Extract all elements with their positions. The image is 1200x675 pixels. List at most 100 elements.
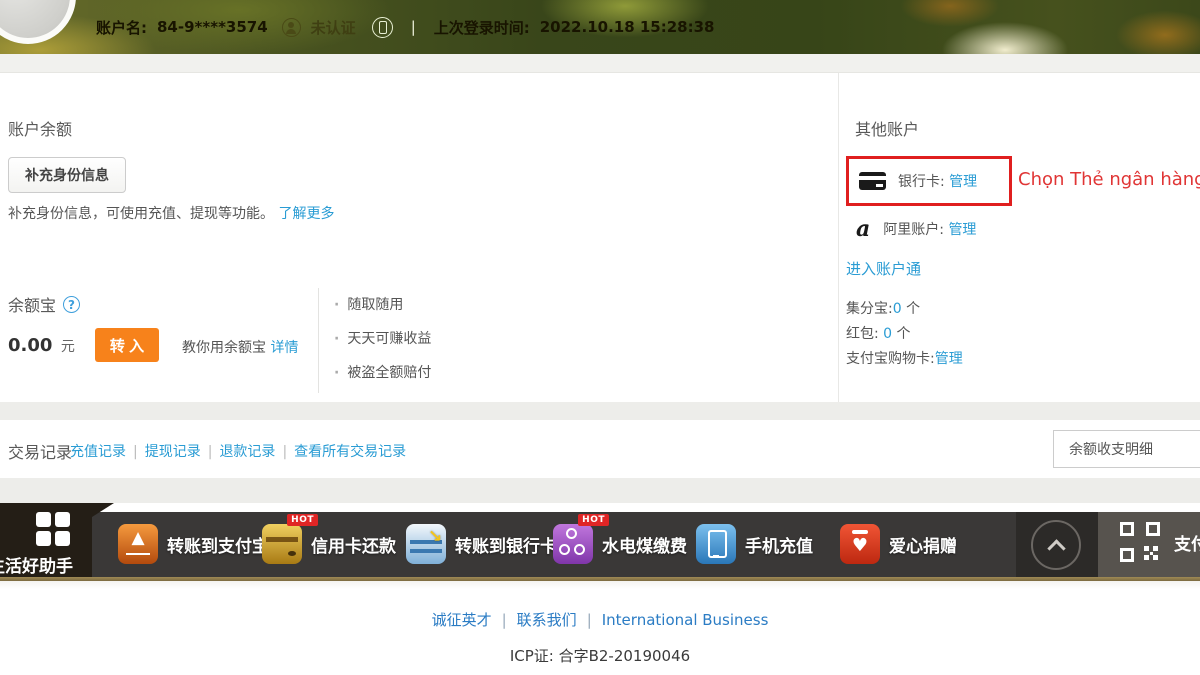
- qr-label: 支付: [1174, 530, 1200, 555]
- jifenbao-row: 集分宝:0 个: [846, 297, 963, 322]
- yuebao-teach-row: 教你用余额宝 详情: [182, 337, 298, 357]
- recharge-records-link[interactable]: 充值记录: [70, 444, 126, 460]
- hot-badge: HOT: [287, 514, 318, 526]
- icp-license: ICP证: 合字B2-20190046: [0, 645, 1200, 666]
- section-gap: [0, 478, 1200, 503]
- toolbar-item-label: 手机充值: [745, 532, 813, 557]
- enter-account-link[interactable]: 进入账户通: [846, 258, 921, 279]
- toolbar-item-phone-recharge[interactable]: 手机充值: [696, 524, 813, 564]
- sub-banner-strip: [0, 54, 1200, 73]
- account-name-value: 84-9****3574: [157, 18, 268, 36]
- hongbao-value[interactable]: 0: [883, 326, 892, 342]
- shopping-card-row: 支付宝购物卡:管理: [846, 347, 963, 372]
- annotation-text: Chọn Thẻ ngân hàng: [1018, 169, 1200, 190]
- transactions-section: 交易记录 充值记录 | 提现记录 | 退款记录 | 查看所有交易记录 余额收支明细: [0, 420, 1200, 478]
- careers-link[interactable]: 诚征英才: [432, 611, 492, 629]
- toolbar-item-utilities[interactable]: HOT 水电煤缴费: [553, 524, 687, 564]
- contact-us-link[interactable]: 联系我们: [517, 611, 577, 629]
- phone-recharge-icon: [696, 524, 736, 564]
- other-accounts-title: 其他账户: [855, 116, 919, 140]
- qr-payment-block[interactable]: 支付: [1118, 520, 1200, 564]
- section-gap: [0, 402, 1200, 420]
- bullet-item: 随取随用: [334, 294, 431, 314]
- toolbar-item-label: 信用卡还款: [311, 532, 396, 557]
- avatar[interactable]: [0, 0, 76, 44]
- life-assistant-block[interactable]: 生活好助手: [0, 503, 92, 577]
- topbar: 账户名: 84-9****3574 未认证 | 上次登录时间: 2022.10.…: [96, 0, 714, 54]
- ali-account-row: a 阿里账户: 管理: [856, 219, 976, 239]
- shopping-card-manage-link[interactable]: 管理: [935, 351, 963, 367]
- bank-card-label: 银行卡:: [898, 174, 945, 190]
- donation-icon: [840, 524, 880, 564]
- yuebao-unit: 元: [61, 339, 75, 355]
- qr-code-icon: [1118, 520, 1162, 564]
- transfer-alipay-icon: [118, 524, 158, 564]
- bullet-item: 被盗全额赔付: [334, 362, 431, 382]
- jifenbao-unit: 个: [906, 301, 920, 317]
- hongbao-label: 红包:: [846, 326, 879, 342]
- bank-card-row: 银行卡: 管理: [898, 171, 977, 191]
- jifenbao-value[interactable]: 0: [893, 301, 902, 317]
- collapse-toolbar-button[interactable]: [1031, 520, 1081, 570]
- link-separator: |: [502, 611, 507, 629]
- account-stats: 集分宝:0 个 红包: 0 个 支付宝购物卡:管理: [846, 297, 963, 372]
- main-content: 账户余额 补充身份信息 补充身份信息，可使用充值、提现等功能。 了解更多 余额宝…: [0, 73, 1200, 402]
- toolbar-item-label: 爱心捐赠: [889, 532, 957, 557]
- link-separator: |: [282, 444, 287, 460]
- top-photo-banner: 账户名: 84-9****3574 未认证 | 上次登录时间: 2022.10.…: [0, 0, 1200, 54]
- yuebao-amount-row: 0.00 元: [8, 335, 75, 356]
- topbar-separator: |: [411, 18, 416, 36]
- link-separator: |: [208, 444, 213, 460]
- toolbar-item-donation[interactable]: 爱心捐赠: [840, 524, 957, 564]
- all-records-link[interactable]: 查看所有交易记录: [294, 444, 406, 460]
- life-assistant-label: 生活好助手: [0, 552, 108, 577]
- link-separator: |: [133, 444, 138, 460]
- column-divider: [838, 73, 839, 402]
- teach-text: 教你用余额宝: [182, 340, 266, 356]
- toolbar-item-transfer-alipay[interactable]: 转账到支付宝: [118, 524, 269, 564]
- balance-title: 账户余额: [8, 116, 72, 140]
- toolbar-item-label: 转账到银行卡: [455, 532, 557, 557]
- yuebao-title: 余额宝: [8, 292, 56, 316]
- yuebao-bullets: 随取随用 天天可赚收益 被盗全额赔付: [334, 294, 431, 396]
- unverified-badge[interactable]: 未认证: [311, 17, 356, 38]
- account-name-label: 账户名:: [96, 17, 147, 38]
- footer-links: 诚征英才 | 联系我们 | International Business: [0, 609, 1200, 630]
- link-separator: |: [587, 611, 592, 629]
- quick-actions-toolbar: 生活好助手 转账到支付宝 HOT 信用卡还款 转账到银行卡 HOT 水电煤缴费 …: [0, 503, 1200, 581]
- yuebao-amount: 0.00: [8, 335, 52, 356]
- mobile-icon[interactable]: [372, 17, 393, 38]
- assistant-notch: [92, 503, 114, 517]
- detail-link[interactable]: 详情: [270, 340, 298, 356]
- hot-badge: HOT: [578, 514, 609, 526]
- bank-card-manage-link[interactable]: 管理: [949, 174, 977, 190]
- ali-account-manage-link[interactable]: 管理: [948, 222, 976, 238]
- last-login-label: 上次登录时间:: [434, 17, 530, 38]
- help-icon[interactable]: ?: [63, 296, 80, 313]
- international-business-link[interactable]: International Business: [602, 611, 769, 629]
- learn-more-link[interactable]: 了解更多: [278, 206, 334, 222]
- alipay-account-page: 账户名: 84-9****3574 未认证 | 上次登录时间: 2022.10.…: [0, 0, 1200, 675]
- balance-detail-button[interactable]: 余额收支明细: [1053, 430, 1200, 468]
- shopping-card-label: 支付宝购物卡:: [846, 351, 935, 367]
- toolbar-item-transfer-bank-card[interactable]: 转账到银行卡: [406, 524, 557, 564]
- toolbar-item-label: 转账到支付宝: [167, 532, 269, 557]
- yuebao-divider: [318, 288, 319, 393]
- hongbao-unit: 个: [897, 326, 911, 342]
- transactions-title: 交易记录: [8, 439, 72, 463]
- ali-account-label: 阿里账户:: [883, 222, 944, 238]
- hongbao-row: 红包: 0 个: [846, 322, 963, 347]
- supplement-desc: 补充身份信息，可使用充值、提现等功能。 了解更多: [8, 203, 334, 223]
- credit-card-icon: HOT: [262, 524, 302, 564]
- bank-card-icon: [859, 172, 886, 190]
- withdraw-records-link[interactable]: 提现记录: [145, 444, 201, 460]
- bank-card-icon: [406, 524, 446, 564]
- supplement-identity-button[interactable]: 补充身份信息: [8, 157, 126, 193]
- refund-records-link[interactable]: 退款记录: [219, 444, 275, 460]
- toolbar-item-credit-card-repay[interactable]: HOT 信用卡还款: [262, 524, 396, 564]
- bank-card-highlight-box: 银行卡: 管理: [846, 156, 1012, 206]
- transfer-in-button[interactable]: 转 入: [95, 328, 159, 362]
- bullet-item: 天天可赚收益: [334, 328, 431, 348]
- yuebao-section: 余额宝 ?: [8, 292, 80, 316]
- last-login-value: 2022.10.18 15:28:38: [540, 18, 715, 36]
